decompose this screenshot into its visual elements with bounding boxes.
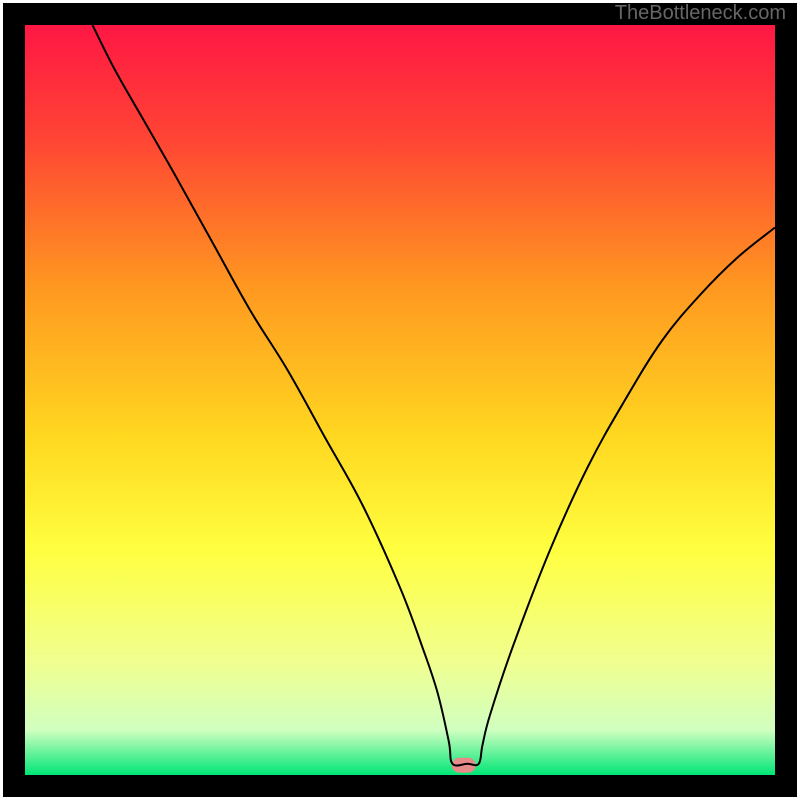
chart-container: TheBottleneck.com [0,0,800,800]
watermark-text: TheBottleneck.com [615,2,786,25]
bottleneck-chart [0,0,800,800]
plot-background [25,25,775,775]
